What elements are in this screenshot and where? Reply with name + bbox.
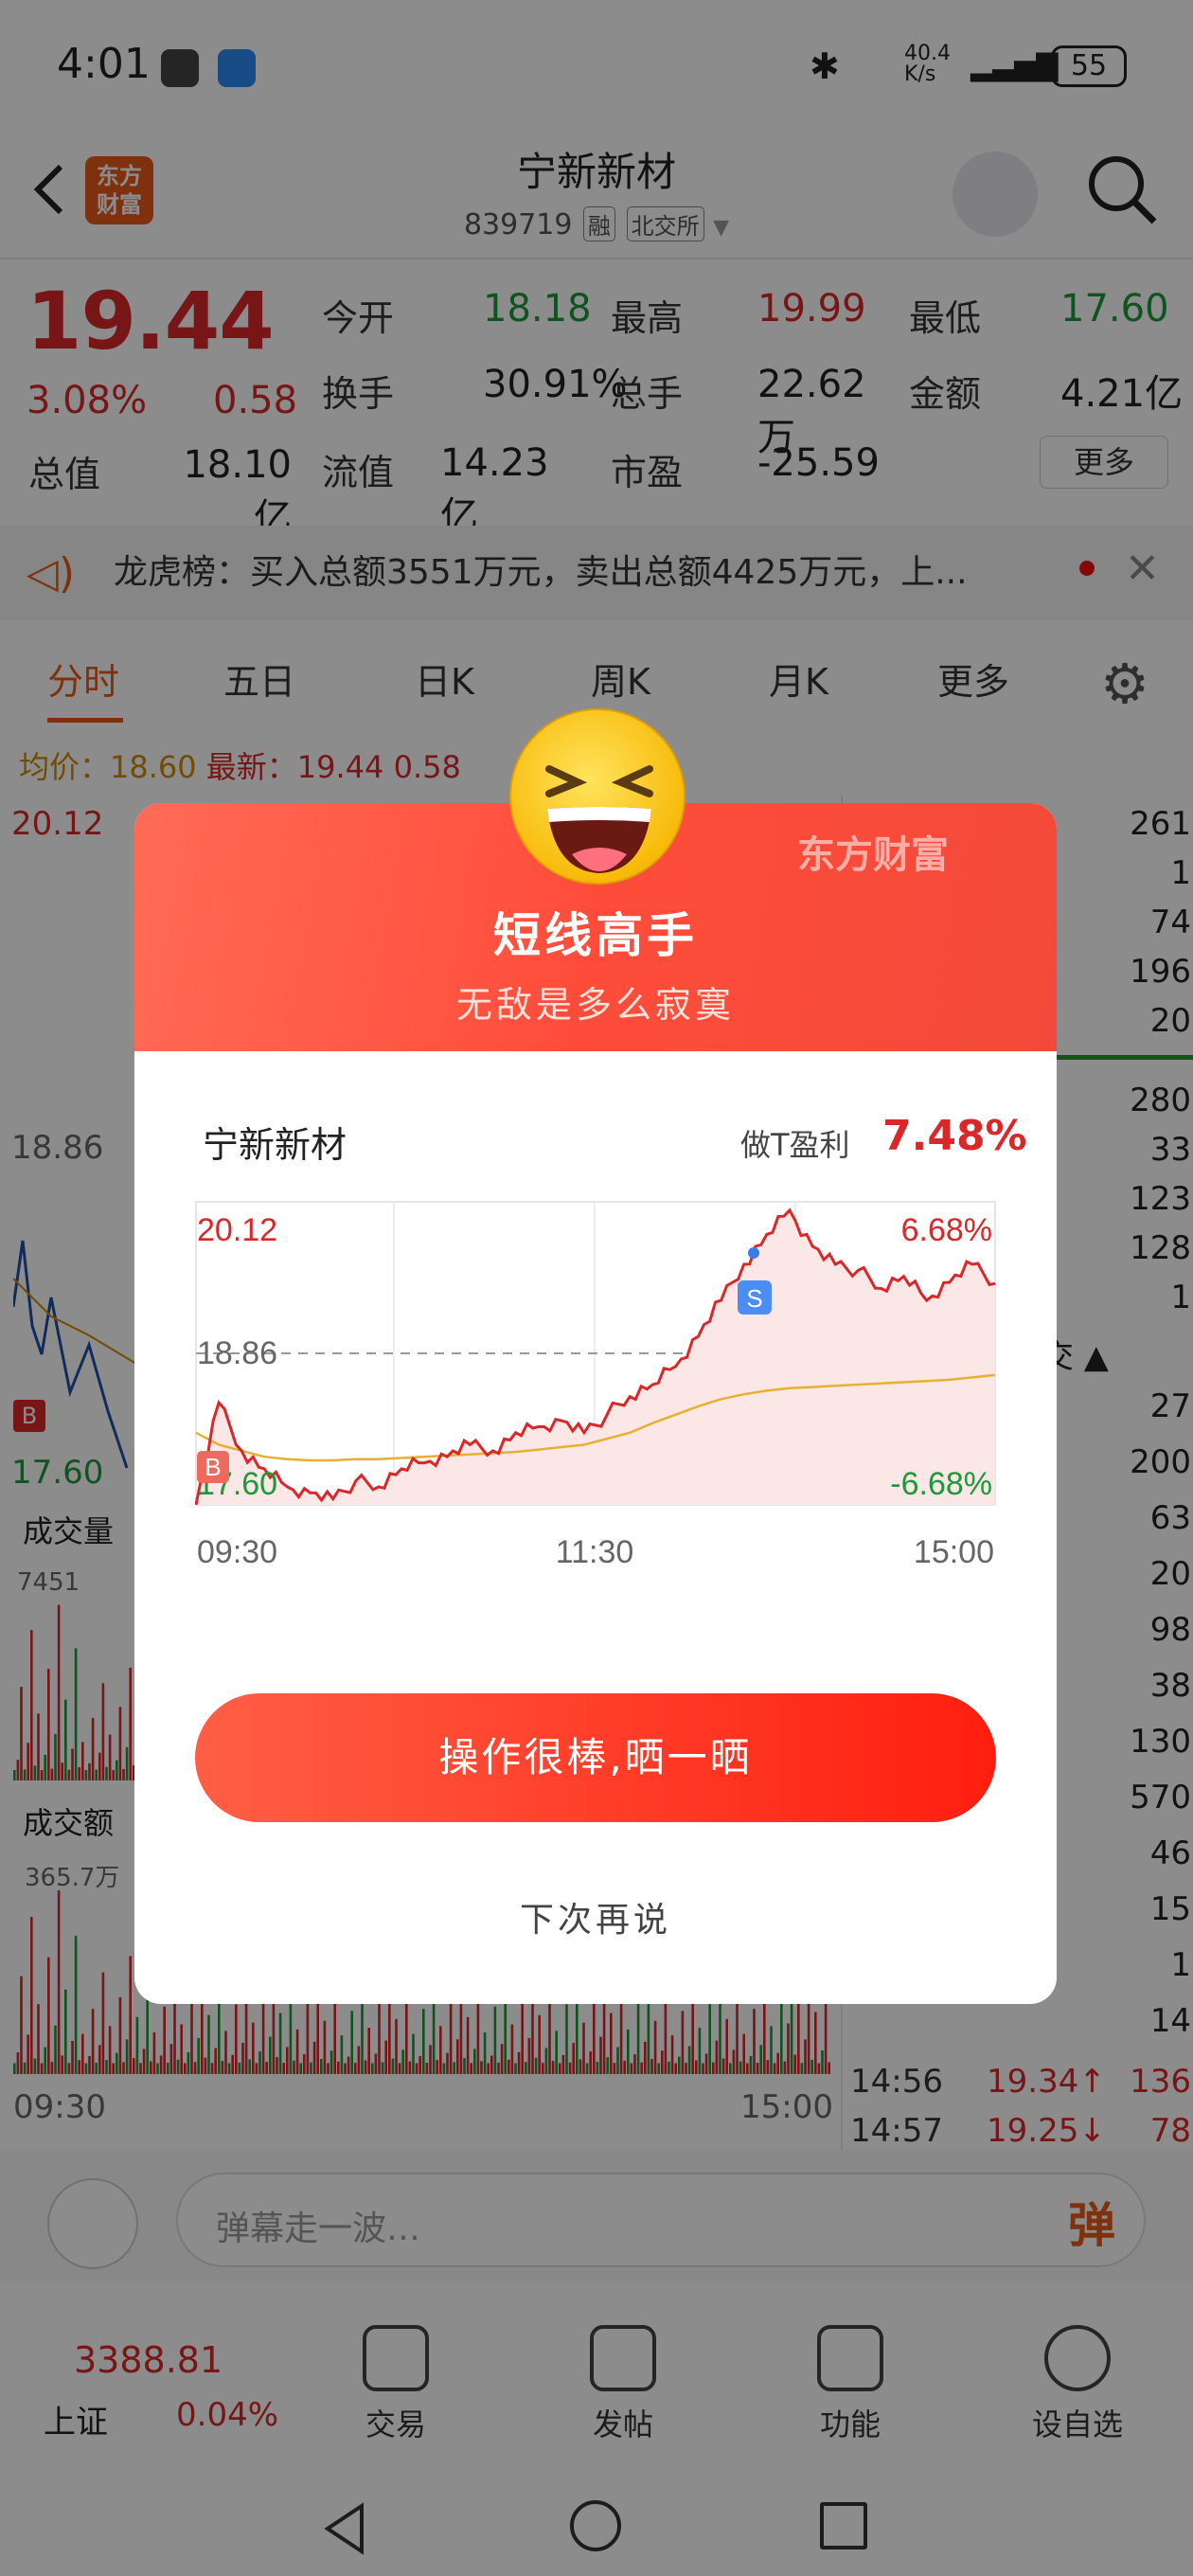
- profit-value: 7.48%: [882, 1112, 1027, 1160]
- profit-chart: 20.12 18.86 17.60 6.68% -6.68% 09:30 11:…: [195, 1201, 996, 1570]
- buy-marker-text: B: [205, 1453, 221, 1481]
- x-label-start: 09:30: [197, 1534, 277, 1570]
- x-label-mid: 11:30: [556, 1534, 634, 1570]
- buy-marker: B: [197, 1451, 229, 1483]
- chart-top-pct: 6.68%: [901, 1212, 992, 1248]
- dialog-stock-name: 宁新新材: [203, 1124, 347, 1166]
- achievement-dialog: 东方财富 短线高手 无敌是多么寂寞 宁新新材 做T盈利 7.48% 20.12 …: [134, 803, 1057, 2004]
- dialog-subtitle: 无敌是多么寂寞: [455, 984, 735, 1026]
- chart-mid-label: 18.86: [197, 1335, 277, 1371]
- profit-label: 做T盈利: [740, 1127, 850, 1163]
- later-button[interactable]: 下次再说: [134, 1892, 1057, 1941]
- sell-marker-text: S: [746, 1284, 762, 1313]
- chart-bottom-pct: -6.68%: [890, 1466, 992, 1502]
- watermark-logo: 东方财富: [797, 833, 949, 877]
- dialog-title: 短线高手: [493, 908, 698, 963]
- x-label-end: 15:00: [914, 1534, 994, 1570]
- chart-top-label: 20.12: [197, 1212, 277, 1248]
- laughing-emoji-icon: [509, 708, 686, 885]
- share-button[interactable]: 操作很棒,晒一晒: [195, 1693, 996, 1822]
